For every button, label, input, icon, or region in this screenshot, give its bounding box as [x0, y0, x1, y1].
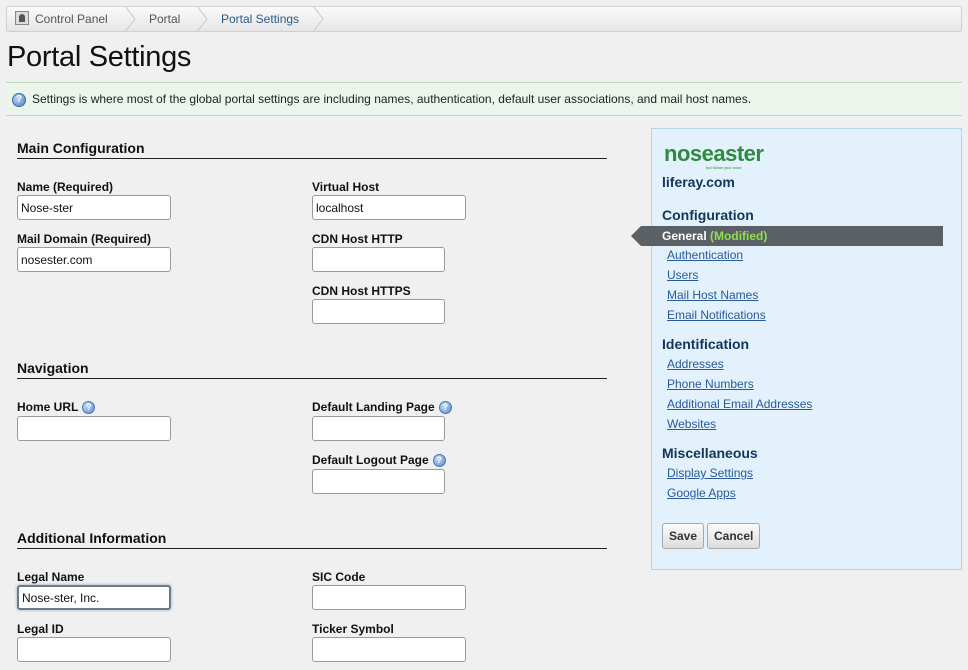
- nav-link-websites[interactable]: Websites: [667, 417, 716, 431]
- logo-text: noseaster: [664, 141, 764, 166]
- help-icon[interactable]: ?: [432, 454, 446, 468]
- chevron-right-icon: [196, 6, 208, 32]
- ticker-symbol-label: Ticker Symbol: [312, 622, 394, 636]
- legal-name-label: Legal Name: [17, 570, 85, 584]
- info-icon: ?: [12, 93, 26, 107]
- nav-link-additional-email-addresses[interactable]: Additional Email Addresses: [667, 397, 812, 411]
- ticker-symbol-field[interactable]: [312, 637, 466, 662]
- legal-id-label: Legal ID: [17, 622, 64, 636]
- cdn-http-field[interactable]: [312, 247, 445, 272]
- nav-link-google-apps[interactable]: Google Apps: [667, 486, 736, 500]
- home-url-label-wrap: Home URL?: [17, 400, 96, 415]
- section-navigation: Navigation: [17, 360, 607, 379]
- configuration-heading: Configuration: [662, 207, 754, 223]
- modified-badge: (Modified): [710, 229, 768, 243]
- landing-label-wrap: Default Landing Page?: [312, 400, 452, 415]
- nav-link-users[interactable]: Users: [667, 268, 698, 282]
- logo-tagline: but follow your nose: [706, 165, 742, 170]
- home-url-field[interactable]: [17, 416, 171, 441]
- page-title: Portal Settings: [7, 41, 192, 73]
- help-icon[interactable]: ?: [438, 401, 452, 415]
- name-label: Name (Required): [17, 180, 114, 194]
- virtual-host-label: Virtual Host: [312, 180, 380, 194]
- nav-link-mail-host-names[interactable]: Mail Host Names: [667, 288, 758, 302]
- sic-code-label: SIC Code: [312, 570, 366, 584]
- company-name: liferay.com: [662, 174, 735, 190]
- info-message: ? Settings is where most of the global p…: [6, 82, 962, 116]
- sic-code-field[interactable]: [312, 585, 466, 610]
- cdn-https-label: CDN Host HTTPS: [312, 284, 411, 298]
- identification-heading: Identification: [662, 336, 750, 352]
- mail-domain-label: Mail Domain (Required): [17, 232, 152, 246]
- settings-sidebar: noseaster but follow your nose liferay.c…: [631, 128, 962, 570]
- section-main-configuration: Main Configuration: [17, 140, 607, 159]
- company-logo: noseaster but follow your nose: [664, 141, 764, 170]
- help-icon[interactable]: ?: [82, 401, 96, 415]
- cancel-button[interactable]: Cancel: [707, 523, 761, 549]
- mail-domain-field[interactable]: [17, 247, 171, 272]
- breadcrumb: Control Panel Portal Portal Settings: [6, 6, 962, 32]
- chevron-right-icon: [312, 6, 324, 32]
- nav-link-authentication[interactable]: Authentication: [667, 248, 743, 262]
- chevron-right-icon: [124, 6, 136, 32]
- home-url-label: Home URL: [17, 400, 79, 414]
- nav-item-general[interactable]: General (Modified): [631, 226, 943, 246]
- cdn-https-field[interactable]: [312, 299, 445, 324]
- nav-link-addresses[interactable]: Addresses: [667, 357, 724, 371]
- nav-link-email-notifications[interactable]: Email Notifications: [667, 308, 766, 322]
- legal-name-field[interactable]: [17, 585, 171, 610]
- name-field[interactable]: [17, 195, 171, 220]
- default-landing-page-field[interactable]: [312, 416, 445, 441]
- default-logout-page-field[interactable]: [312, 469, 445, 494]
- nav-link-display-settings[interactable]: Display Settings: [667, 466, 753, 480]
- miscellaneous-heading: Miscellaneous: [662, 445, 758, 461]
- default-logout-page-label: Default Logout Page: [312, 453, 429, 467]
- save-button[interactable]: Save: [662, 523, 705, 549]
- user-icon: [15, 11, 29, 25]
- section-additional-information: Additional Information: [17, 530, 607, 549]
- nav-link-phone-numbers[interactable]: Phone Numbers: [667, 377, 754, 391]
- breadcrumb-control-panel[interactable]: Control Panel: [35, 12, 108, 26]
- logout-label-wrap: Default Logout Page?: [312, 453, 446, 468]
- info-text: Settings is where most of the global por…: [32, 92, 752, 106]
- cdn-http-label: CDN Host HTTP: [312, 232, 403, 246]
- breadcrumb-portal[interactable]: Portal: [149, 12, 180, 26]
- legal-id-field[interactable]: [17, 637, 171, 662]
- virtual-host-field[interactable]: [312, 195, 466, 220]
- breadcrumb-portal-settings[interactable]: Portal Settings: [221, 12, 299, 26]
- nav-item-general-label: General: [662, 229, 707, 243]
- default-landing-page-label: Default Landing Page: [312, 400, 435, 414]
